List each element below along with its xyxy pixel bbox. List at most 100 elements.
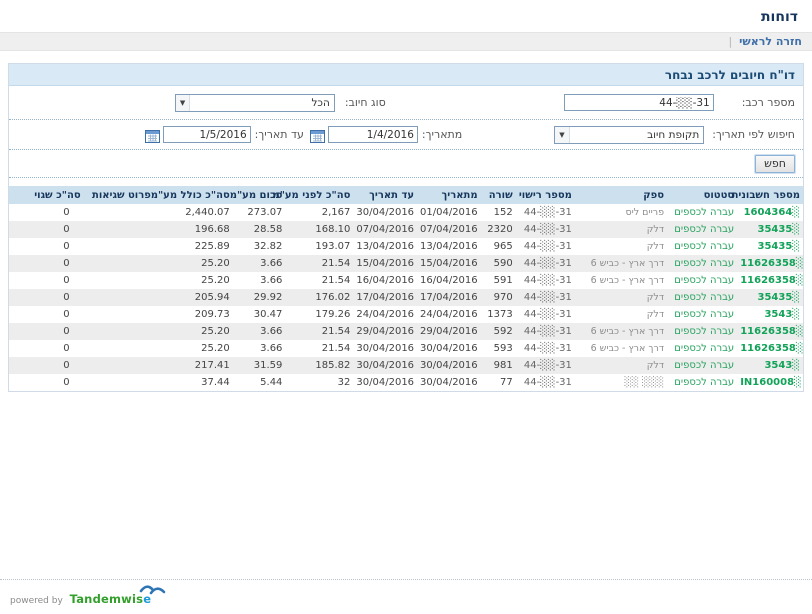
cell-license-number: 44-░░-31 — [516, 221, 575, 238]
cell-error-details — [84, 323, 154, 340]
column-header-total-before-vat: סה"כ לפני מע"מ — [285, 186, 353, 204]
cell-to-date: 13/04/2016 — [353, 238, 417, 255]
cell-vat-amount: 273.07 — [233, 204, 286, 221]
cell-invoice-number[interactable]: 11626358░ — [737, 323, 803, 340]
table-row: 35435░עברה לכספיםדלק44-░░-31232007/04/20… — [9, 221, 803, 238]
cell-total-incl-vat: 225.89 — [154, 238, 233, 255]
column-header-total-incl-vat: סה"כ כולל מע"מ — [154, 186, 233, 204]
brand-logo[interactable]: Tandemwise — [70, 592, 151, 606]
cell-total-invalid: 0 — [9, 204, 84, 221]
cell-total-before-vat: 193.07 — [285, 238, 353, 255]
cell-status: עברה לכספים — [667, 340, 737, 357]
cell-license-number: 44-░░-31 — [516, 289, 575, 306]
column-header-vat-amount: סכום מע"מ — [233, 186, 286, 204]
reports-page: דוחות חזרה לראשי| דו"ח חיובים לרכב נבחר … — [0, 0, 812, 614]
cell-invoice-number[interactable]: 35435░ — [737, 238, 803, 255]
back-to-main-link[interactable]: חזרה לראשי — [739, 35, 802, 48]
cell-row-number: 591 — [481, 272, 516, 289]
cell-total-before-vat: 21.54 — [285, 340, 353, 357]
panel-title: דו"ח חיובים לרכב נבחר — [9, 64, 803, 86]
column-header-error-details: פרוט שגיאות — [84, 186, 154, 204]
vehicle-number-label: מספר רכב: — [742, 96, 795, 109]
cell-from-date: 24/04/2016 — [417, 306, 481, 323]
cell-license-number: 44-░░-31 — [516, 204, 575, 221]
cell-total-invalid: 0 — [9, 238, 84, 255]
cell-status: עברה לכספים — [667, 357, 737, 374]
cell-error-details — [84, 357, 154, 374]
cell-supplier: דלק — [575, 306, 667, 323]
cell-total-before-vat: 21.54 — [285, 272, 353, 289]
cell-error-details — [84, 289, 154, 306]
cell-total-incl-vat: 217.41 — [154, 357, 233, 374]
cell-from-date: 30/04/2016 — [417, 374, 481, 391]
cell-total-invalid: 0 — [9, 272, 84, 289]
cell-row-number: 593 — [481, 340, 516, 357]
cell-invoice-number[interactable]: 11626358░ — [737, 255, 803, 272]
charge-type-select[interactable]: הכל ▼ — [175, 94, 335, 112]
cell-total-invalid: 0 — [9, 255, 84, 272]
cell-to-date: 30/04/2016 — [353, 374, 417, 391]
cell-total-before-vat: 2,167 — [285, 204, 353, 221]
cell-invoice-number[interactable]: 11626358░ — [737, 340, 803, 357]
cell-invoice-number[interactable]: 3543░ — [737, 306, 803, 323]
topbar-divider: | — [728, 35, 732, 48]
cell-to-date: 07/04/2016 — [353, 221, 417, 238]
table-row: 11626358░עברה לכספיםדרך ארץ - כביש 644-░… — [9, 340, 803, 357]
calendar-icon[interactable] — [145, 128, 160, 142]
cell-vat-amount: 29.92 — [233, 289, 286, 306]
cell-total-invalid: 0 — [9, 374, 84, 391]
table-row: 11626358░עברה לכספיםדרך ארץ - כביש 644-░… — [9, 255, 803, 272]
cell-invoice-number[interactable]: 35435░ — [737, 289, 803, 306]
from-date-label: מתאריך: — [422, 128, 462, 141]
billing-period-value: תקופת חיוב — [570, 129, 704, 141]
cell-from-date: 30/04/2016 — [417, 357, 481, 374]
to-date-label: עד תאריך: — [255, 128, 304, 141]
cell-vat-amount: 3.66 — [233, 272, 286, 289]
cell-supplier: דרך ארץ - כביש 6 — [575, 323, 667, 340]
cell-invoice-number[interactable]: 1604364░ — [737, 204, 803, 221]
cell-total-incl-vat: 25.20 — [154, 323, 233, 340]
charges-table: מספר חשבוניתסטטוסספקמספר רישוישורהמתאריך… — [9, 186, 803, 391]
form-row-dates: חיפוש לפי תאריך: תקופת חיוב ▼ מתאריך: עד… — [9, 120, 803, 150]
cell-supplier: פריים ליס — [575, 204, 667, 221]
cell-total-incl-vat: 25.20 — [154, 340, 233, 357]
cell-supplier: דלק — [575, 238, 667, 255]
vehicle-number-input[interactable] — [564, 94, 714, 111]
cell-total-incl-vat: 25.20 — [154, 272, 233, 289]
cell-error-details — [84, 238, 154, 255]
billing-period-select[interactable]: תקופת חיוב ▼ — [554, 126, 704, 144]
cell-to-date: 24/04/2016 — [353, 306, 417, 323]
cell-vat-amount: 3.66 — [233, 340, 286, 357]
column-header-to-date: עד תאריך — [353, 186, 417, 204]
calendar-icon[interactable] — [310, 128, 325, 142]
table-row: 11626358░עברה לכספיםדרך ארץ - כביש 644-░… — [9, 323, 803, 340]
search-button[interactable]: חפש — [755, 155, 795, 173]
table-header-row: מספר חשבוניתסטטוסספקמספר רישוישורהמתאריך… — [9, 186, 803, 204]
cell-invoice-number[interactable]: 3543░ — [737, 357, 803, 374]
to-date-input[interactable] — [163, 126, 251, 143]
cell-total-invalid: 0 — [9, 323, 84, 340]
cell-status: עברה לכספים — [667, 221, 737, 238]
column-header-total-invalid: סה"כ שגוי — [9, 186, 84, 204]
cell-vat-amount: 32.82 — [233, 238, 286, 255]
cell-row-number: 1373 — [481, 306, 516, 323]
cell-supplier: דרך ארץ - כביש 6 — [575, 272, 667, 289]
cell-invoice-number[interactable]: 35435░ — [737, 221, 803, 238]
cell-status: עברה לכספים — [667, 255, 737, 272]
cell-license-number: 44-░░-31 — [516, 306, 575, 323]
cell-status: עברה לכספים — [667, 323, 737, 340]
cell-from-date: 29/04/2016 — [417, 323, 481, 340]
cell-total-incl-vat: 37.44 — [154, 374, 233, 391]
table-row: 35435░עברה לכספיםדלק44-░░-3197017/04/201… — [9, 289, 803, 306]
cell-to-date: 30/04/2016 — [353, 340, 417, 357]
cell-invoice-number[interactable]: 11626358░ — [737, 272, 803, 289]
cell-invoice-number[interactable]: IN160008░ — [737, 374, 803, 391]
cell-license-number: 44-░░-31 — [516, 374, 575, 391]
cell-total-incl-vat: 205.94 — [154, 289, 233, 306]
cell-supplier: דלק — [575, 221, 667, 238]
cell-vat-amount: 28.58 — [233, 221, 286, 238]
cell-error-details — [84, 306, 154, 323]
table-row: 3543░עברה לכספיםדלק44-░░-3198130/04/2016… — [9, 357, 803, 374]
cell-supplier: דרך ארץ - כביש 6 — [575, 340, 667, 357]
from-date-input[interactable] — [328, 126, 418, 143]
